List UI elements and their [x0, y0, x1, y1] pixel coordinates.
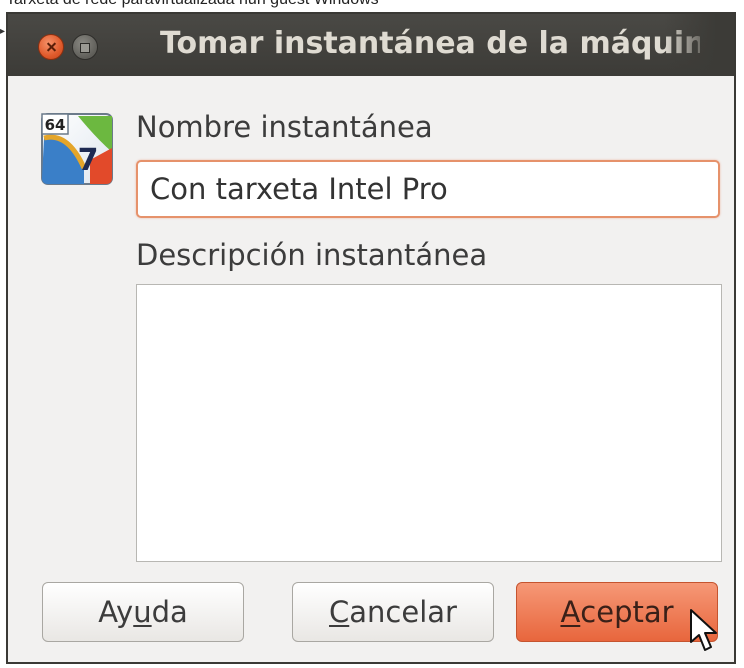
help-button-label-start: Ay	[98, 595, 134, 629]
snapshot-description-label: Descripción instantánea	[136, 238, 488, 272]
snapshot-name-label: Nombre instantánea	[136, 110, 433, 144]
accept-button-mnemonic: A	[560, 595, 581, 629]
accept-button-label-end: ceptar	[580, 595, 674, 629]
title-fade-overlay	[664, 14, 734, 76]
window-title: Tomar instantánea de la máquina	[160, 26, 700, 61]
cancel-button-label-end: ancelar	[349, 595, 457, 629]
page-caption: Tarxeta de rede paravirtualizada nun gue…	[6, 0, 379, 9]
mouse-cursor-icon	[690, 609, 717, 651]
icon-badge-text: 64	[45, 116, 66, 134]
screenshot-page: Tarxeta de rede paravirtualizada nun gue…	[0, 0, 744, 668]
virtualbox-snapshot-icon: 64 7	[41, 113, 113, 185]
cancel-button-mnemonic: C	[329, 595, 350, 629]
snapshot-description-textarea[interactable]	[136, 284, 722, 562]
help-button[interactable]: Ay u da	[42, 582, 244, 642]
minimize-window-button[interactable]	[72, 34, 98, 60]
icon-numeral-text: 7	[78, 143, 99, 178]
help-button-label-end: da	[151, 595, 188, 629]
snapshot-name-input[interactable]	[136, 160, 720, 218]
snapshot-dialog: Tomar instantánea de la máquina 64 7 Nom…	[6, 12, 736, 664]
close-window-button[interactable]	[38, 34, 64, 60]
cancel-button[interactable]: Cancelar	[292, 582, 494, 642]
help-button-mnemonic: u	[133, 595, 152, 629]
window-titlebar[interactable]: Tomar instantánea de la máquina	[8, 14, 734, 76]
